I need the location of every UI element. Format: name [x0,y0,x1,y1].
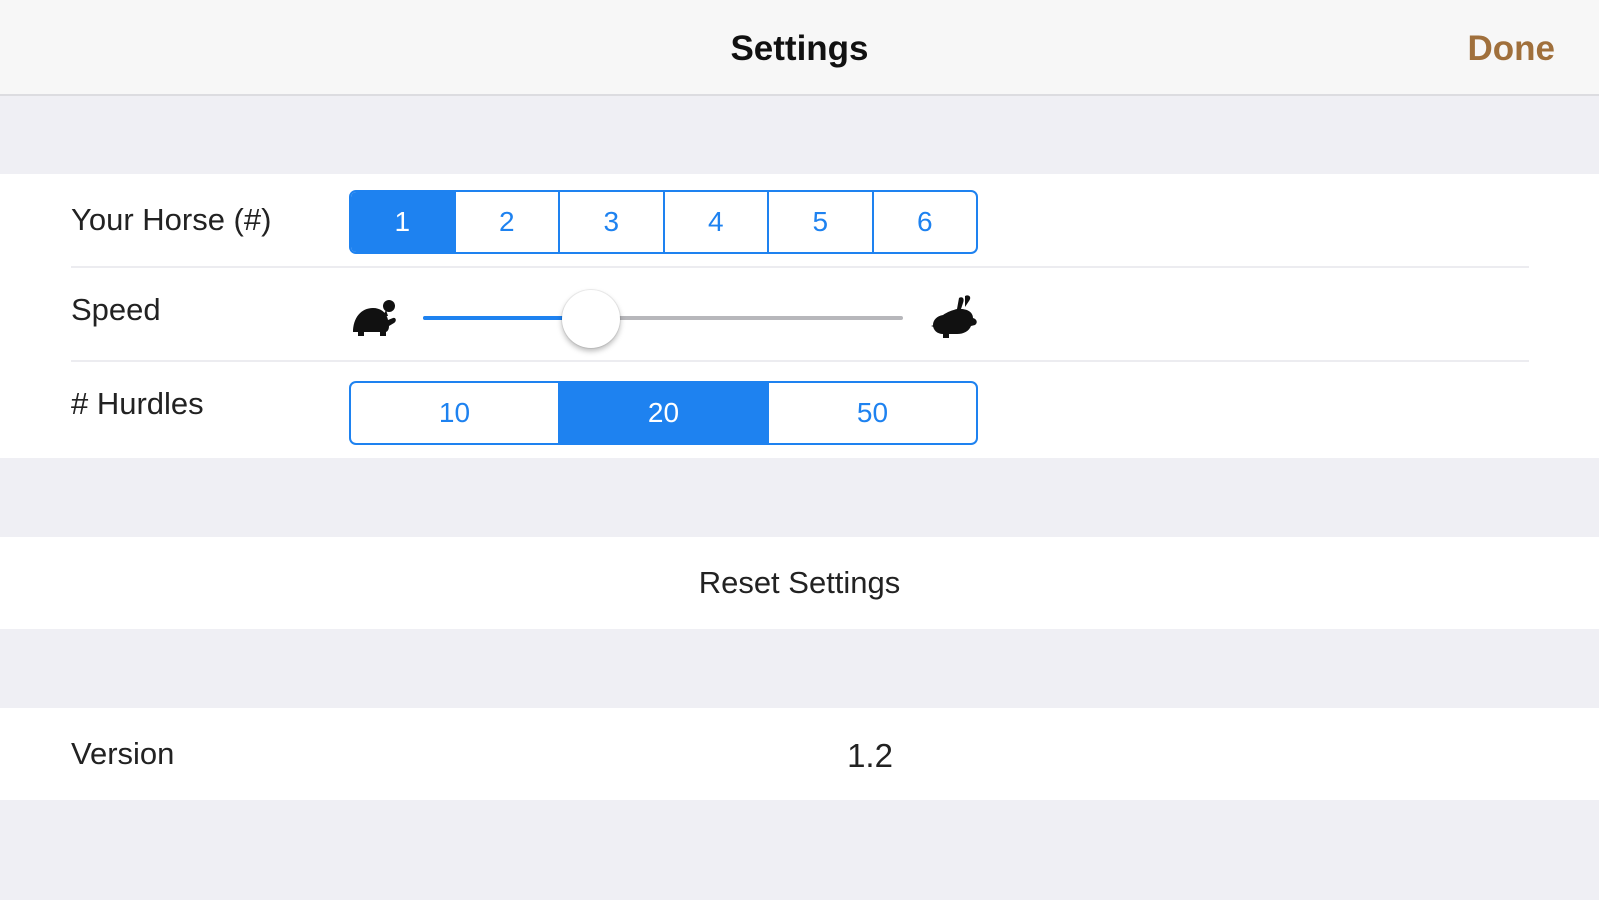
hurdles-option-20[interactable]: 20 [558,383,767,443]
horse-segmented-control[interactable]: 1 2 3 4 5 6 [349,190,978,254]
horse-label: Your Horse (#) [71,202,272,237]
version-value: 1.2 [847,737,893,774]
hurdles-option-10[interactable]: 10 [351,383,558,443]
reset-section: Reset Settings [0,537,1599,629]
hare-icon [931,295,977,338]
hurdles-label: # Hurdles [71,386,204,421]
page-title: Settings [730,29,869,68]
speed-label: Speed [71,292,161,327]
speed-row: Speed [0,268,1599,360]
navigation-bar: Settings Done [0,0,1599,96]
horse-option-1[interactable]: 1 [351,192,454,252]
reset-settings-button[interactable]: Reset Settings [0,537,1599,629]
horse-option-6[interactable]: 6 [871,192,977,252]
hurdles-option-50[interactable]: 50 [767,383,976,443]
done-button[interactable]: Done [1468,0,1556,96]
speed-slider-thumb[interactable] [562,290,620,348]
horse-option-5[interactable]: 5 [767,192,872,252]
horse-option-2[interactable]: 2 [453,192,559,252]
tortoise-icon [353,300,396,336]
version-label: Version [71,736,175,771]
speed-slider-track[interactable] [423,316,903,320]
version-section: Version 1.2 [0,708,1599,800]
hurdles-segmented-control[interactable]: 10 20 50 [349,381,978,445]
horse-option-4[interactable]: 4 [662,192,768,252]
horse-option-3[interactable]: 3 [558,192,663,252]
